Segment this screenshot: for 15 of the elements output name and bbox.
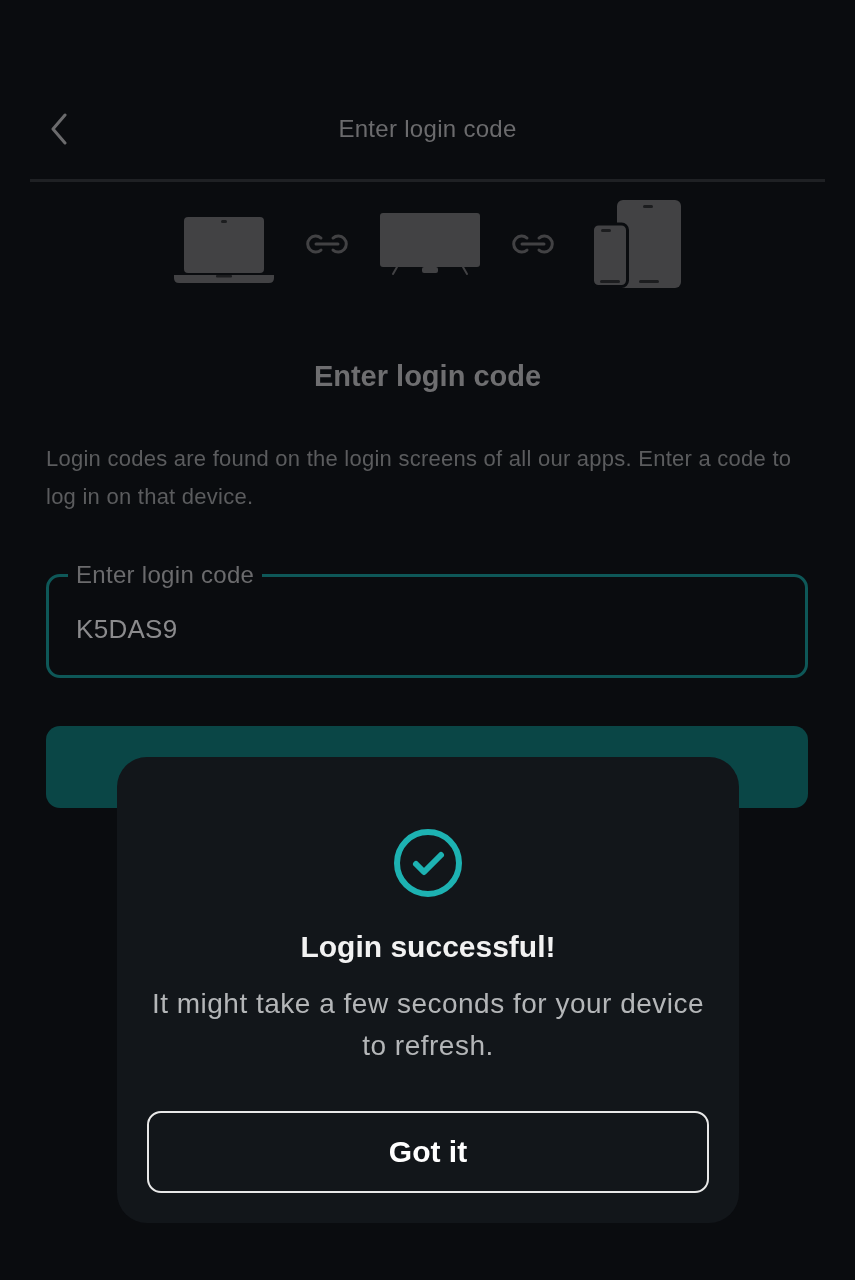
tablet-and-phone-icon	[591, 200, 681, 288]
link-icon	[304, 233, 350, 255]
tv-icon	[380, 213, 480, 275]
link-icon	[510, 233, 556, 255]
dialog-message: It might take a few seconds for your device to refresh.	[150, 987, 706, 1063]
field-label: Enter login code	[75, 562, 256, 588]
description-text: Login codes are found on the login screens of all our apps. Enter a code to log in on that device.	[46, 445, 793, 511]
laptop-icon	[174, 217, 274, 283]
dialog-title: Login successful!	[300, 929, 556, 965]
field-value: K5DAS9	[76, 613, 178, 645]
page-heading: Enter login code	[313, 359, 542, 394]
screen-title: Enter login code	[338, 115, 517, 143]
chevron-left-icon	[50, 113, 68, 145]
got-it-button[interactable]: Got it	[147, 1111, 709, 1193]
check-circle-icon	[394, 829, 462, 897]
